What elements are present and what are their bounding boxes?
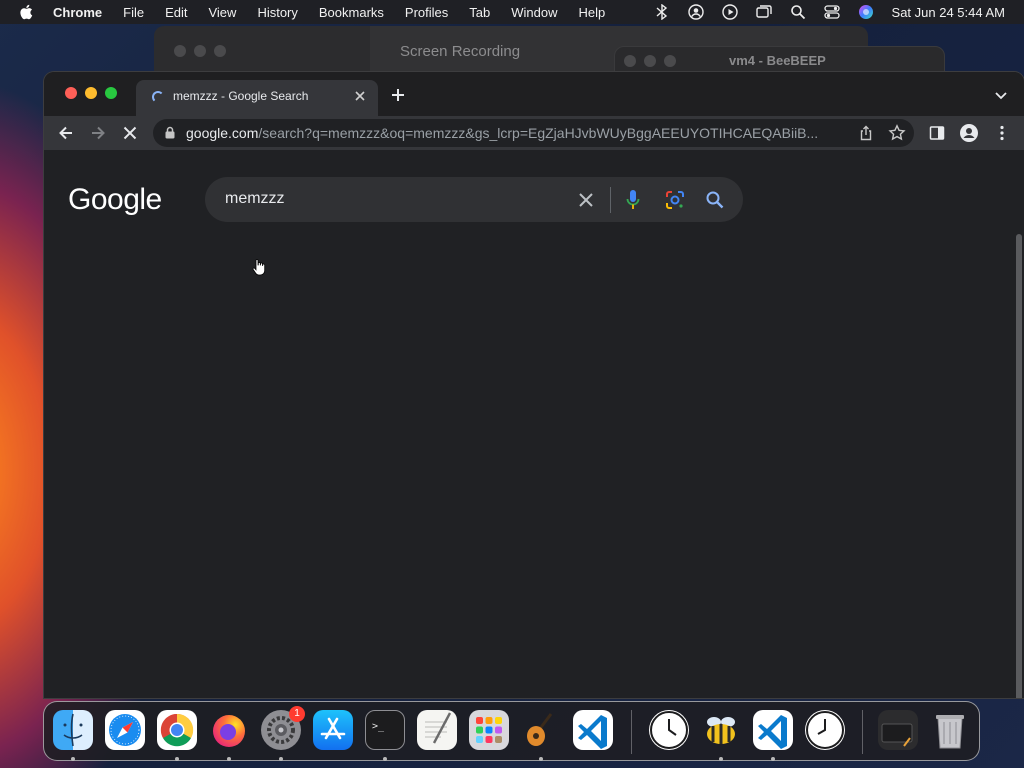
google-lens-camera-icon[interactable]	[664, 189, 686, 211]
tab-strip: memzzz - Google Search	[44, 72, 1024, 116]
window-zoom-button[interactable]	[105, 87, 117, 99]
terminal-icon[interactable]: >_	[365, 710, 405, 750]
finder-icon[interactable]	[53, 710, 93, 750]
bluetooth-icon[interactable]	[654, 3, 670, 21]
url-path: /search?q=memzzz&oq=memzzz&gs_lcrp=EgZja…	[258, 125, 819, 141]
browser-toolbar: google.com/search?q=memzzz&oq=memzzz&gs_…	[44, 116, 1024, 150]
address-bar[interactable]: google.com/search?q=memzzz&oq=memzzz&gs_…	[153, 119, 914, 147]
window-zoom-dot[interactable]	[214, 45, 226, 57]
clear-search-icon[interactable]	[576, 190, 596, 210]
firefox-icon[interactable]	[209, 710, 249, 750]
more-menu-icon[interactable]	[991, 122, 1013, 144]
dock-running-indicator	[719, 757, 723, 761]
menu-edit[interactable]: Edit	[165, 5, 187, 20]
menu-history[interactable]: History	[257, 5, 297, 20]
search-input[interactable]: memzzz	[225, 190, 285, 208]
menu-bar: Chrome File Edit View History Bookmarks …	[0, 0, 1024, 24]
dock-running-indicator	[383, 757, 387, 761]
apple-menu-icon[interactable]	[19, 4, 33, 20]
downloads-stack-icon[interactable]	[878, 710, 918, 750]
launchpad-icon[interactable]	[469, 710, 509, 750]
menu-bar-status-area: Sat Jun 24 5:44 AM	[654, 0, 1005, 24]
menu-file[interactable]: File	[123, 5, 144, 20]
user-account-icon[interactable]	[687, 4, 704, 20]
garageband-guitar-icon[interactable]	[521, 710, 561, 750]
window-minimize-dot[interactable]	[644, 55, 656, 67]
safari-icon[interactable]	[105, 710, 145, 750]
dock-running-indicator	[771, 757, 775, 761]
dock-running-indicator	[539, 757, 543, 761]
search-box-divider	[610, 187, 611, 213]
screens-icon[interactable]	[755, 4, 772, 20]
voice-search-mic-icon[interactable]	[625, 189, 641, 211]
dock-running-indicator	[175, 757, 179, 761]
vertical-scrollbar[interactable]	[1016, 234, 1022, 698]
bookmark-star-icon[interactable]	[888, 124, 906, 142]
visual-studio-code-icon[interactable]	[573, 710, 613, 750]
dock-separator	[631, 710, 632, 754]
menu-app-name[interactable]: Chrome	[53, 5, 102, 20]
dock-separator	[862, 710, 863, 754]
forward-button[interactable]	[87, 122, 109, 144]
hand-pointer-cursor-icon	[252, 258, 266, 276]
siri-icon[interactable]	[858, 4, 874, 20]
stop-loading-button[interactable]	[119, 122, 141, 144]
dock-running-indicator	[279, 757, 283, 761]
tab-google-search[interactable]: memzzz - Google Search	[136, 80, 378, 116]
clock-app-recent-icon[interactable]	[805, 710, 845, 750]
share-icon[interactable]	[858, 125, 874, 141]
lock-icon[interactable]	[165, 126, 175, 139]
side-panel-icon[interactable]	[926, 122, 948, 144]
clock-app-icon[interactable]	[649, 710, 689, 750]
back-button[interactable]	[55, 122, 77, 144]
play-icon[interactable]	[721, 4, 738, 20]
app-store-icon[interactable]	[313, 710, 353, 750]
trash-icon[interactable]	[930, 710, 970, 750]
url-host: google.com	[186, 125, 259, 141]
tab-close-icon[interactable]	[352, 88, 368, 104]
window-minimize-button[interactable]	[85, 87, 97, 99]
system-settings-gear-icon[interactable]: 1	[261, 706, 305, 750]
dock-running-indicator	[71, 757, 75, 761]
menu-view[interactable]: View	[208, 5, 236, 20]
svg-text:>_: >_	[372, 721, 385, 732]
page-content: Google memzzz	[44, 150, 1024, 698]
beebeep-bee-icon[interactable]	[701, 710, 741, 750]
tab-title: memzzz - Google Search	[173, 89, 309, 103]
textedit-icon[interactable]	[417, 710, 457, 750]
menu-tab[interactable]: Tab	[469, 5, 490, 20]
window-close-dot[interactable]	[174, 45, 186, 57]
window-minimize-dot[interactable]	[194, 45, 206, 57]
search-submit-icon[interactable]	[704, 189, 726, 211]
dock: 1 >_	[43, 701, 980, 761]
url-text[interactable]: google.com/search?q=memzzz&oq=memzzz&gs_…	[186, 125, 846, 141]
menu-window[interactable]: Window	[511, 5, 557, 20]
profile-avatar-icon[interactable]	[958, 122, 980, 144]
tab-search-chevron-down-icon[interactable]	[994, 88, 1008, 102]
screen-recording-title: Screen Recording	[400, 43, 521, 60]
window-close-dot[interactable]	[624, 55, 636, 67]
control-center-icon[interactable]	[823, 4, 840, 20]
dock-running-indicator	[227, 757, 231, 761]
search-box[interactable]: memzzz	[205, 177, 743, 222]
menu-bookmarks[interactable]: Bookmarks	[319, 5, 384, 20]
beebeep-window-title: vm4 - BeeBEEP	[729, 53, 826, 68]
menu-bar-clock[interactable]: Sat Jun 24 5:44 AM	[892, 5, 1005, 20]
chrome-window: memzzz - Google Search google.com/search…	[44, 72, 1024, 698]
new-tab-button[interactable]	[389, 86, 407, 104]
window-zoom-dot[interactable]	[664, 55, 676, 67]
google-chrome-icon[interactable]	[157, 710, 197, 750]
menu-profiles[interactable]: Profiles	[405, 5, 448, 20]
window-close-button[interactable]	[65, 87, 77, 99]
google-logo[interactable]: Google	[68, 183, 162, 217]
notification-badge: 1	[289, 706, 305, 722]
menu-help[interactable]: Help	[579, 5, 606, 20]
spotlight-search-icon[interactable]	[790, 4, 806, 20]
visual-studio-code-recent-icon[interactable]	[753, 710, 793, 750]
tab-loading-spinner-icon	[152, 91, 164, 103]
